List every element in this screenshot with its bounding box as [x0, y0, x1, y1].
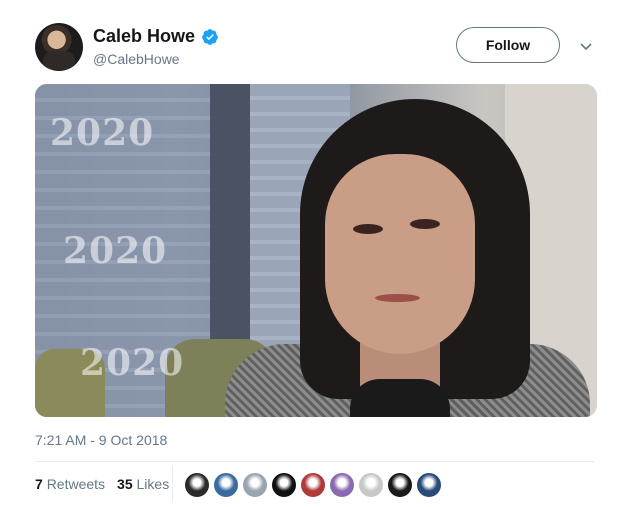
liker-avatar[interactable] [416, 472, 442, 498]
liker-avatar[interactable] [387, 472, 413, 498]
retweets-count: 7 [35, 476, 43, 492]
tweet-stats: 7 Retweets 35 Likes [35, 476, 169, 492]
verified-badge-icon [202, 28, 218, 45]
likes-stat[interactable]: 35 Likes [117, 476, 169, 492]
retweets-stat[interactable]: 7 Retweets [35, 476, 105, 492]
retweets-label: Retweets [46, 476, 106, 492]
liker-avatar[interactable] [184, 472, 210, 498]
chevron-down-icon[interactable] [578, 38, 594, 54]
liker-avatars [184, 472, 442, 498]
liker-avatar[interactable] [358, 472, 384, 498]
author-name-row: Caleb Howe [93, 26, 219, 47]
tweet-timestamp[interactable]: 7:21 AM - 9 Oct 2018 [35, 432, 167, 448]
author-avatar[interactable] [35, 23, 83, 71]
follow-button[interactable]: Follow [456, 27, 560, 63]
liker-avatar[interactable] [271, 472, 297, 498]
tweet-media-image[interactable]: 2020 2020 2020 [35, 84, 597, 417]
stats-separator [172, 465, 173, 501]
author-display-name[interactable]: Caleb Howe [93, 26, 195, 47]
liker-avatar[interactable] [242, 472, 268, 498]
divider [35, 461, 594, 462]
author-handle[interactable]: @CalebHowe [93, 51, 180, 67]
liker-avatar[interactable] [329, 472, 355, 498]
watermark-text: 2020 [63, 230, 168, 272]
watermark-text: 2020 [80, 342, 185, 384]
watermark-text: 2020 [50, 112, 155, 154]
person-face [325, 154, 475, 354]
likes-label: Likes [136, 476, 170, 492]
liker-avatar[interactable] [213, 472, 239, 498]
likes-count: 35 [117, 476, 133, 492]
liker-avatar[interactable] [300, 472, 326, 498]
